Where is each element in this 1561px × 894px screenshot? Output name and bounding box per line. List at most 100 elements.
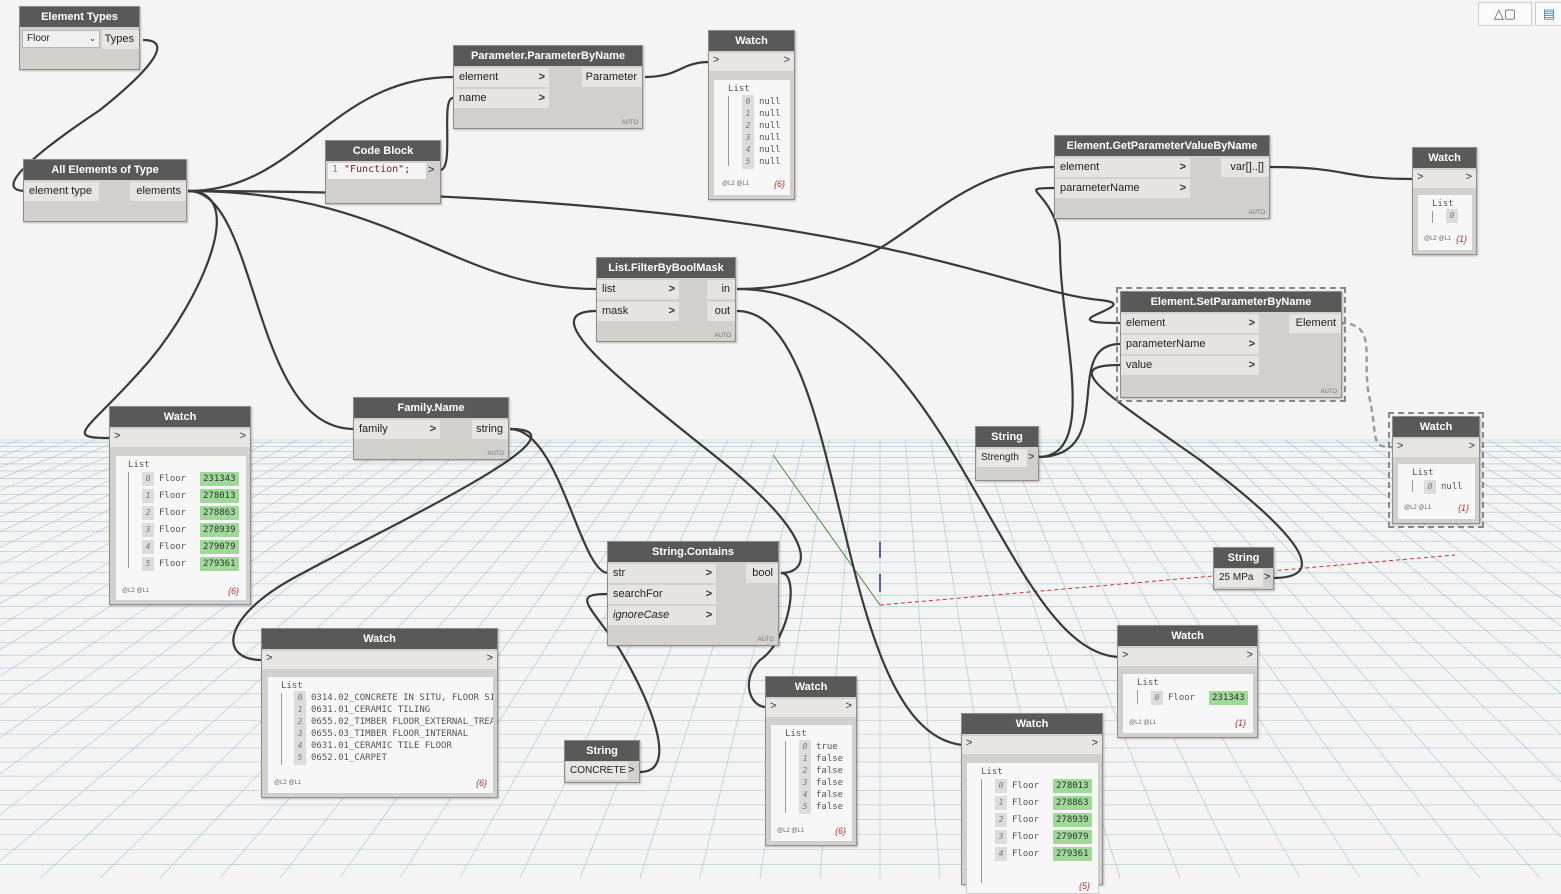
watch-node[interactable]: Watch > > List 0 null 1 null 2 null 3 null 4n… bbox=[708, 30, 795, 200]
input-port[interactable]: > bbox=[1417, 171, 1423, 183]
element-id[interactable]: 279079 bbox=[1053, 830, 1092, 844]
wire[interactable] bbox=[232, 427, 532, 662]
output-port[interactable]: > bbox=[784, 54, 790, 66]
filter-by-bool-mask-node[interactable]: List.FilterByBoolMask list > mask > in out… bbox=[596, 257, 736, 342]
family-name-node[interactable]: Family.Name family > string AUTO bbox=[353, 397, 509, 460]
string-contains-node[interactable]: String.Contains str > searchFor > ignoreCa… bbox=[607, 541, 779, 646]
input-port-family[interactable]: family > bbox=[354, 420, 440, 439]
wire[interactable] bbox=[187, 189, 598, 291]
wire[interactable] bbox=[509, 427, 609, 575]
input-port-element[interactable]: element > bbox=[1055, 158, 1190, 177]
string-node[interactable]: String Strength > bbox=[975, 426, 1039, 481]
input-port[interactable]: > bbox=[1122, 649, 1128, 661]
watch-ports[interactable]: > > bbox=[766, 699, 856, 717]
input-port-searchfor[interactable]: searchFor > bbox=[608, 585, 716, 604]
watch-node[interactable]: Watch > > List 0 0314.02_CONCRETE IN SITU,… bbox=[261, 628, 498, 798]
watch-ports[interactable]: > > bbox=[1118, 648, 1257, 666]
input-port[interactable]: > bbox=[966, 737, 972, 749]
code-block-node[interactable]: Code Block 1 "Function"; > bbox=[325, 140, 441, 204]
watch-node[interactable]: Watch > > List 0 Floor 231343 @L2 @L1 {1} bbox=[1117, 625, 1258, 738]
watch-ports[interactable]: > > bbox=[962, 736, 1102, 754]
output-port[interactable]: Types bbox=[102, 30, 139, 49]
string-input[interactable]: Strength bbox=[977, 449, 1027, 467]
string-node[interactable]: String 25 MPa > bbox=[1213, 547, 1274, 590]
code-editor[interactable]: 1 "Function"; bbox=[328, 163, 426, 179]
graph-canvas[interactable]: △▢ ▤ Element Types Floor ⌄ Types All Ele… bbox=[0, 0, 1561, 894]
output-port[interactable]: > bbox=[1028, 451, 1034, 463]
element-types-node[interactable]: Element Types Floor ⌄ Types bbox=[19, 6, 140, 70]
output-port-out[interactable]: out bbox=[707, 302, 735, 321]
watch-ports[interactable]: > > bbox=[262, 651, 497, 669]
all-elements-of-type-node[interactable]: All Elements of Type element type elemen… bbox=[23, 159, 187, 222]
wire[interactable] bbox=[187, 189, 355, 431]
input-port-element[interactable]: element > bbox=[1121, 314, 1259, 333]
wire[interactable] bbox=[736, 287, 1119, 659]
input-port[interactable]: > bbox=[770, 700, 776, 712]
string-input[interactable]: CONCRETE bbox=[566, 762, 628, 780]
watch-node[interactable]: Watch > > List 0 Floor 278013 1 Floor 278863 … bbox=[961, 713, 1103, 894]
output-port[interactable]: > bbox=[1247, 649, 1253, 661]
element-id[interactable]: 278939 bbox=[1053, 813, 1092, 827]
output-port[interactable]: > bbox=[628, 764, 634, 776]
string-input[interactable]: 25 MPa bbox=[1215, 569, 1263, 587]
output-port[interactable]: > bbox=[428, 164, 434, 176]
set-parameter-by-name-node[interactable]: Element.SetParameterByName element > para… bbox=[1116, 287, 1346, 402]
input-port-mask[interactable]: mask > bbox=[597, 302, 679, 321]
output-port[interactable]: > bbox=[240, 430, 246, 442]
wire[interactable] bbox=[83, 189, 218, 440]
string-node[interactable]: String CONCRETE > bbox=[564, 740, 640, 783]
output-port[interactable]: elements bbox=[130, 182, 186, 201]
element-id[interactable]: 278013 bbox=[200, 489, 239, 503]
input-port-element[interactable]: element > bbox=[454, 68, 549, 87]
element-id[interactable]: 278863 bbox=[1053, 796, 1092, 810]
output-port[interactable]: Parameter bbox=[582, 68, 642, 87]
element-id[interactable]: 278013 bbox=[1053, 779, 1092, 793]
input-port-name[interactable]: name > bbox=[454, 89, 549, 108]
element-id[interactable]: 279361 bbox=[1053, 847, 1092, 861]
input-port-parametername[interactable]: parameterName > bbox=[1121, 335, 1259, 354]
output-port[interactable]: > bbox=[1264, 571, 1270, 583]
output-port-in[interactable]: in bbox=[707, 280, 735, 299]
output-port[interactable]: > bbox=[1466, 171, 1472, 183]
input-port[interactable]: > bbox=[266, 652, 272, 664]
output-port[interactable]: > bbox=[1469, 440, 1475, 452]
element-id[interactable]: 231343 bbox=[1209, 691, 1248, 705]
view-3d-button[interactable]: △▢ bbox=[1478, 2, 1532, 26]
input-port[interactable]: > bbox=[114, 430, 120, 442]
output-port[interactable]: var[]..[] bbox=[1221, 158, 1269, 177]
watch-ports[interactable]: > > bbox=[110, 429, 250, 447]
wire[interactable] bbox=[572, 309, 802, 575]
watch-node[interactable]: Watch > > List 0 true 1 false 2 false 3 false… bbox=[765, 676, 857, 846]
output-port[interactable]: string bbox=[472, 420, 508, 439]
output-port[interactable]: > bbox=[846, 700, 852, 712]
element-id[interactable]: 231343 bbox=[200, 472, 239, 486]
dashed-wire[interactable] bbox=[1339, 321, 1393, 449]
element-id[interactable]: 278939 bbox=[200, 523, 239, 537]
input-port-list[interactable]: list > bbox=[597, 280, 679, 299]
get-parameter-value-node[interactable]: Element.GetParameterValueByName element >… bbox=[1054, 135, 1270, 219]
watch-node[interactable]: Watch > > List 0 Floor 231343 1 Floor 278013 … bbox=[109, 406, 251, 605]
output-port[interactable]: bool bbox=[746, 564, 778, 583]
element-type-dropdown[interactable]: Floor ⌄ bbox=[22, 30, 100, 48]
watch-node[interactable]: Watch > > List 0 null @L2 @L1 {1} bbox=[1388, 412, 1484, 528]
watch-ports[interactable]: > > bbox=[709, 53, 794, 71]
output-port[interactable]: > bbox=[487, 652, 493, 664]
input-port-ignorecase[interactable]: ignoreCase > bbox=[608, 606, 716, 625]
input-port[interactable]: element type bbox=[24, 182, 99, 201]
watch-ports[interactable]: > > bbox=[1393, 439, 1479, 457]
wire[interactable] bbox=[1268, 165, 1414, 181]
output-port[interactable]: > bbox=[1092, 737, 1098, 749]
input-port[interactable]: > bbox=[713, 54, 719, 66]
input-port-value[interactable]: value > bbox=[1121, 356, 1259, 375]
parameter-by-name-node[interactable]: Parameter.ParameterByName element > name >… bbox=[453, 45, 643, 129]
wire[interactable] bbox=[1035, 186, 1074, 459]
element-id[interactable]: 278863 bbox=[200, 506, 239, 520]
wire[interactable] bbox=[644, 60, 711, 79]
input-port-parametername[interactable]: parameterName > bbox=[1055, 179, 1190, 198]
input-port-str[interactable]: str > bbox=[608, 564, 716, 583]
element-id[interactable]: 279079 bbox=[200, 540, 239, 554]
wire[interactable] bbox=[1037, 342, 1121, 459]
watch-node[interactable]: Watch > > List 0 @L2 @L1 {1} bbox=[1412, 147, 1477, 255]
element-id[interactable]: 279361 bbox=[200, 557, 239, 571]
input-port[interactable]: > bbox=[1397, 440, 1403, 452]
